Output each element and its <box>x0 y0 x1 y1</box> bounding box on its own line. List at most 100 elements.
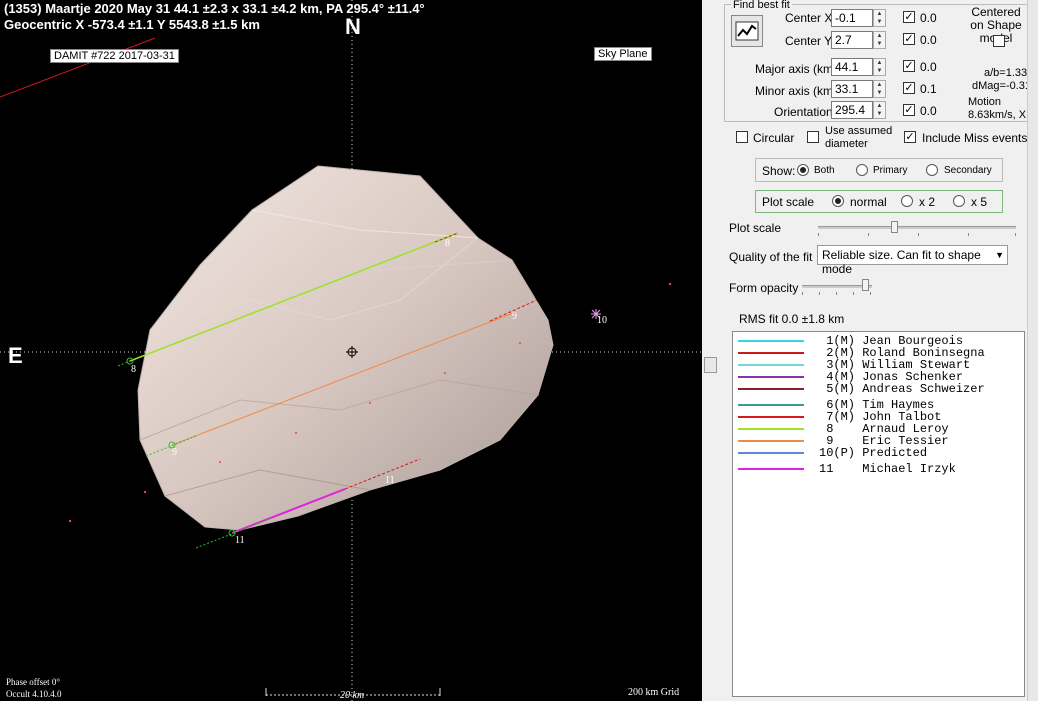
find-best-fit-button[interactable] <box>731 15 763 47</box>
motion-value: 8.63km/s, X <box>968 109 1027 121</box>
orientation-spinner[interactable]: ▲ ▼ <box>873 101 886 119</box>
orientation-label: Orientation <box>774 105 833 119</box>
major-axis-spinner[interactable]: ▲ ▼ <box>873 58 886 76</box>
chord-color-swatch <box>738 404 804 406</box>
observer-list[interactable]: 1(M) Jean Bourgeois 2(M) Roland Boninseg… <box>732 331 1025 697</box>
center-x-label: Center X <box>785 11 833 25</box>
version-label: Occult 4.10.4.0 <box>6 689 62 699</box>
event-header-line2: Geocentric X -573.4 ±1.1 Y 5543.8 ±1.5 k… <box>4 17 260 32</box>
form-opacity-label: Form opacity <box>729 281 799 295</box>
circular-checkbox[interactable] <box>736 131 748 143</box>
list-item[interactable]: 10(P) Predicted <box>733 447 1023 459</box>
chord-color-swatch <box>738 428 804 430</box>
center-y-spinner[interactable]: ▲ ▼ <box>873 31 886 49</box>
show-both-radio[interactable] <box>797 164 809 176</box>
chord-color-swatch <box>738 388 804 390</box>
show-primary-radio[interactable] <box>856 164 868 176</box>
delta-magnitude: dMag=-0.31 <box>972 80 1032 92</box>
center-x-checkbox[interactable]: ✓ <box>903 11 915 23</box>
orientation-checkbox[interactable]: ✓ <box>903 104 915 116</box>
include-miss-events-label: Include Miss events <box>922 131 1028 145</box>
plot-scale-x5-radio[interactable] <box>953 195 965 207</box>
plot-scale-x2-label: x 2 <box>919 195 936 209</box>
chord-color-swatch <box>738 340 804 342</box>
asteroid-shape-model <box>137 165 554 531</box>
center-y-input[interactable]: 2.7 <box>831 31 873 49</box>
sky-plane-label: Sky Plane <box>594 47 652 61</box>
chord-color-swatch <box>738 416 804 418</box>
use-assumed-diameter-label: Use assumed diameter <box>825 125 893 150</box>
quality-of-fit-value: Reliable size. Can fit to shape mode <box>822 248 981 276</box>
orientation-sigma: 0.0 <box>920 104 937 118</box>
form-opacity-slider-thumb[interactable] <box>862 279 869 291</box>
find-best-fit-label: Find best fit <box>731 0 792 11</box>
orientation-input[interactable]: 295.4 <box>831 101 873 119</box>
plot-scale-slider-label: Plot scale <box>729 221 782 235</box>
minor-axis-sigma: 0.1 <box>920 82 937 96</box>
list-item[interactable]: 5(M) Andreas Schweizer <box>733 383 1023 395</box>
plot-scale-track[interactable] <box>818 226 1016 229</box>
motion-line <box>0 37 156 98</box>
chord-color-swatch <box>738 468 804 470</box>
show-primary-label: Primary <box>873 165 908 176</box>
center-x-input[interactable]: -0.1 <box>831 9 873 27</box>
panel-splitter[interactable] <box>702 0 718 701</box>
center-x-spinner[interactable]: ▲ ▼ <box>873 9 886 27</box>
axis-ratio: a/b=1.33 <box>984 67 1028 79</box>
circular-label: Circular <box>753 131 795 145</box>
major-axis-label: Major axis (km) <box>755 62 838 76</box>
fit-controls-panel: Find best fit Center X -0.1 ▲ ▼ ✓ 0.0 Cen… <box>718 0 1038 701</box>
major-axis-sigma: 0.0 <box>920 60 937 74</box>
minor-axis-checkbox[interactable]: ✓ <box>903 82 915 94</box>
damit-model-label: DAMIT #722 2017-03-31 <box>50 49 179 63</box>
plot-canvas <box>0 0 702 701</box>
grid-size-label: 200 km Grid <box>628 687 680 698</box>
chord-color-swatch <box>738 452 804 454</box>
chord-label: 9 <box>512 311 517 322</box>
chord-color-swatch <box>738 352 804 354</box>
sky-plane-plot[interactable]: (1353) Maartje 2020 May 31 44.1 ±2.3 x 3… <box>0 0 702 701</box>
center-y-label: Center Y <box>785 34 833 48</box>
centered-on-shape-checkbox[interactable] <box>993 35 1005 47</box>
quality-of-fit-select[interactable]: Reliable size. Can fit to shape mode ▼ <box>817 245 1008 276</box>
show-both-label: Both <box>814 165 835 176</box>
use-assumed-diameter-checkbox[interactable] <box>807 131 819 143</box>
include-miss-events-checkbox[interactable]: ✓ <box>904 131 916 143</box>
chord-label: 8 <box>445 238 450 249</box>
chord-color-swatch <box>738 440 804 442</box>
chord-label: 10 <box>597 315 607 326</box>
panel-scrollbar[interactable] <box>1027 0 1038 701</box>
show-label: Show: <box>762 164 796 178</box>
plot-scale-normal-radio[interactable] <box>832 195 844 207</box>
quality-of-fit-label: Quality of the fit <box>729 250 813 264</box>
chord-label: 9 <box>172 447 177 458</box>
minor-axis-label: Minor axis (km) <box>755 84 838 98</box>
scale-bar-label: 20 km <box>340 690 365 701</box>
phase-offset-label: Phase offset 0° <box>6 677 60 687</box>
show-secondary-label: Secondary <box>944 165 992 176</box>
list-item[interactable]: 11 Michael Irzyk <box>733 463 1023 475</box>
center-x-sigma: 0.0 <box>920 11 937 25</box>
north-label: N <box>345 14 361 39</box>
major-axis-checkbox[interactable]: ✓ <box>903 60 915 72</box>
major-axis-input[interactable]: 44.1 <box>831 58 873 76</box>
center-y-checkbox[interactable]: ✓ <box>903 33 915 45</box>
best-fit-icon <box>735 21 759 41</box>
show-secondary-radio[interactable] <box>926 164 938 176</box>
minor-axis-input[interactable]: 33.1 <box>831 80 873 98</box>
plot-scale-slider-thumb[interactable] <box>891 221 898 233</box>
chord-label: 11 <box>385 475 395 486</box>
minor-axis-spinner[interactable]: ▲ ▼ <box>873 80 886 98</box>
motion-label: Motion <box>968 96 1002 108</box>
plot-scale-x2-radio[interactable] <box>901 195 913 207</box>
center-y-sigma: 0.0 <box>920 33 937 47</box>
event-header-line1: (1353) Maartje 2020 May 31 44.1 ±2.3 x 3… <box>4 1 425 16</box>
plot-scale-group-label: Plot scale <box>762 195 815 209</box>
chord-color-swatch <box>738 364 804 366</box>
chord-label: 8 <box>131 364 136 375</box>
plot-scale-normal-label: normal <box>850 195 887 209</box>
plot-scale-x5-label: x 5 <box>971 195 988 209</box>
splitter-handle[interactable] <box>704 357 717 373</box>
chord-label: 11 <box>235 535 245 546</box>
chord-color-swatch <box>738 376 804 378</box>
